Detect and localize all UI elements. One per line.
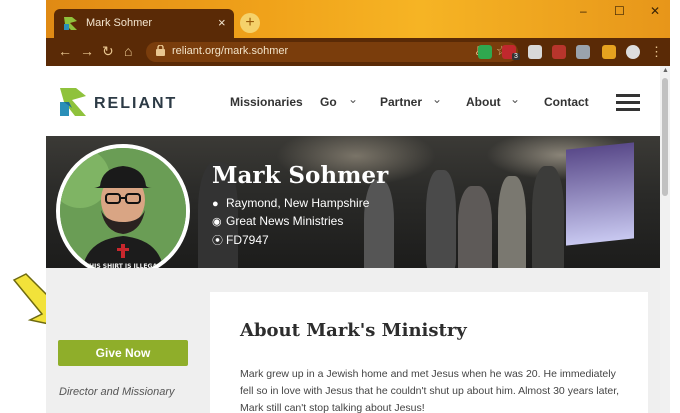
screenshot-stage: Mark Sohmer × + – ☐ ✕ ← → ↻ ⌂ reliant.or… <box>0 0 680 413</box>
about-ministry-card: About Mark's Ministry Mark grew up in a … <box>210 292 648 413</box>
extension-grey-icon[interactable] <box>528 45 542 59</box>
forward-icon[interactable]: → <box>80 43 94 59</box>
chevron-down-icon[interactable]: ⌄ <box>510 92 520 106</box>
tab-close-icon[interactable]: × <box>218 15 226 30</box>
nav-about[interactable]: About <box>466 95 501 109</box>
reliant-favicon-icon <box>64 17 77 30</box>
about-heading: About Mark's Ministry <box>240 320 467 341</box>
reliant-logo-icon[interactable] <box>58 86 88 118</box>
crowd-figure <box>364 180 394 268</box>
browser-window: Mark Sohmer × + – ☐ ✕ ← → ↻ ⌂ reliant.or… <box>46 0 670 413</box>
badge-icon: ⦿ <box>212 235 223 247</box>
profile-photo: THIS SHIRT IS ILLEGAL <box>56 144 190 278</box>
maximize-button[interactable]: ☐ <box>614 4 625 18</box>
browser-toolbar: ← → ↻ ⌂ reliant.org/mark.sohmer ⚷ ☆ 3 ⋮ <box>46 38 670 66</box>
missionary-role: Director and Missionary <box>59 386 175 398</box>
lock-icon <box>156 45 165 56</box>
home-icon[interactable]: ⌂ <box>124 43 132 59</box>
web-page: RELIANT Missionaries Go ⌄ Partner ⌄ Abou… <box>46 66 660 413</box>
page-scrollbar[interactable]: ▲ <box>660 66 670 413</box>
extension-star-icon[interactable] <box>602 45 616 59</box>
minimize-button[interactable]: – <box>580 4 587 18</box>
globe-icon: ◉ <box>212 216 222 228</box>
crowd-figure <box>532 166 564 268</box>
nav-contact[interactable]: Contact <box>544 95 589 109</box>
profile-name: Mark Sohmer <box>212 162 389 189</box>
hamburger-menu-icon[interactable] <box>616 94 640 112</box>
address-bar[interactable]: reliant.org/mark.sohmer ⚷ ☆ <box>146 42 518 62</box>
extension-badge-count: 3 <box>512 53 520 60</box>
new-tab-button[interactable]: + <box>240 13 260 33</box>
hero-screen <box>566 142 634 246</box>
profile-code: ⦿ FD7947 <box>212 233 269 247</box>
nav-missionaries[interactable]: Missionaries <box>230 95 303 109</box>
nav-partner[interactable]: Partner <box>380 95 422 109</box>
browser-tab[interactable]: Mark Sohmer × <box>54 9 234 38</box>
crowd-figure <box>458 186 492 268</box>
extension-green-icon[interactable] <box>478 45 492 59</box>
nav-go[interactable]: Go <box>320 95 337 109</box>
about-body: Mark grew up in a Jewish home and met Je… <box>240 368 620 413</box>
profile-content-area: Give Now Director and Missionary About M… <box>46 268 660 413</box>
browser-titlebar: Mark Sohmer × + – ☐ ✕ <box>46 0 670 38</box>
extension-red-icon[interactable] <box>552 45 566 59</box>
scroll-up-icon[interactable]: ▲ <box>662 67 669 74</box>
reload-icon[interactable]: ↻ <box>102 43 114 60</box>
profile-ministry: ◉ Great News Ministries <box>212 214 344 228</box>
url-text: reliant.org/mark.sohmer <box>172 45 289 57</box>
scrollbar-thumb[interactable] <box>662 78 668 196</box>
profile-avatar-icon[interactable] <box>626 45 640 59</box>
profile-location: ● Raymond, New Hampshire <box>212 196 370 210</box>
avatar: THIS SHIRT IS ILLEGAL <box>60 148 186 274</box>
crowd-figure <box>426 170 456 268</box>
chevron-down-icon[interactable]: ⌄ <box>432 92 442 106</box>
close-window-button[interactable]: ✕ <box>650 4 660 18</box>
site-logo-text[interactable]: RELIANT <box>94 95 177 113</box>
extension-mail-icon[interactable] <box>576 45 590 59</box>
tab-title: Mark Sohmer <box>86 17 153 29</box>
back-icon[interactable]: ← <box>58 43 72 59</box>
chevron-down-icon[interactable]: ⌄ <box>348 92 358 106</box>
browser-menu-icon[interactable]: ⋮ <box>650 44 663 60</box>
crowd-figure <box>498 176 526 268</box>
give-now-button[interactable]: Give Now <box>58 340 188 366</box>
site-header: RELIANT Missionaries Go ⌄ Partner ⌄ Abou… <box>46 66 660 136</box>
map-pin-icon: ● <box>212 198 219 210</box>
